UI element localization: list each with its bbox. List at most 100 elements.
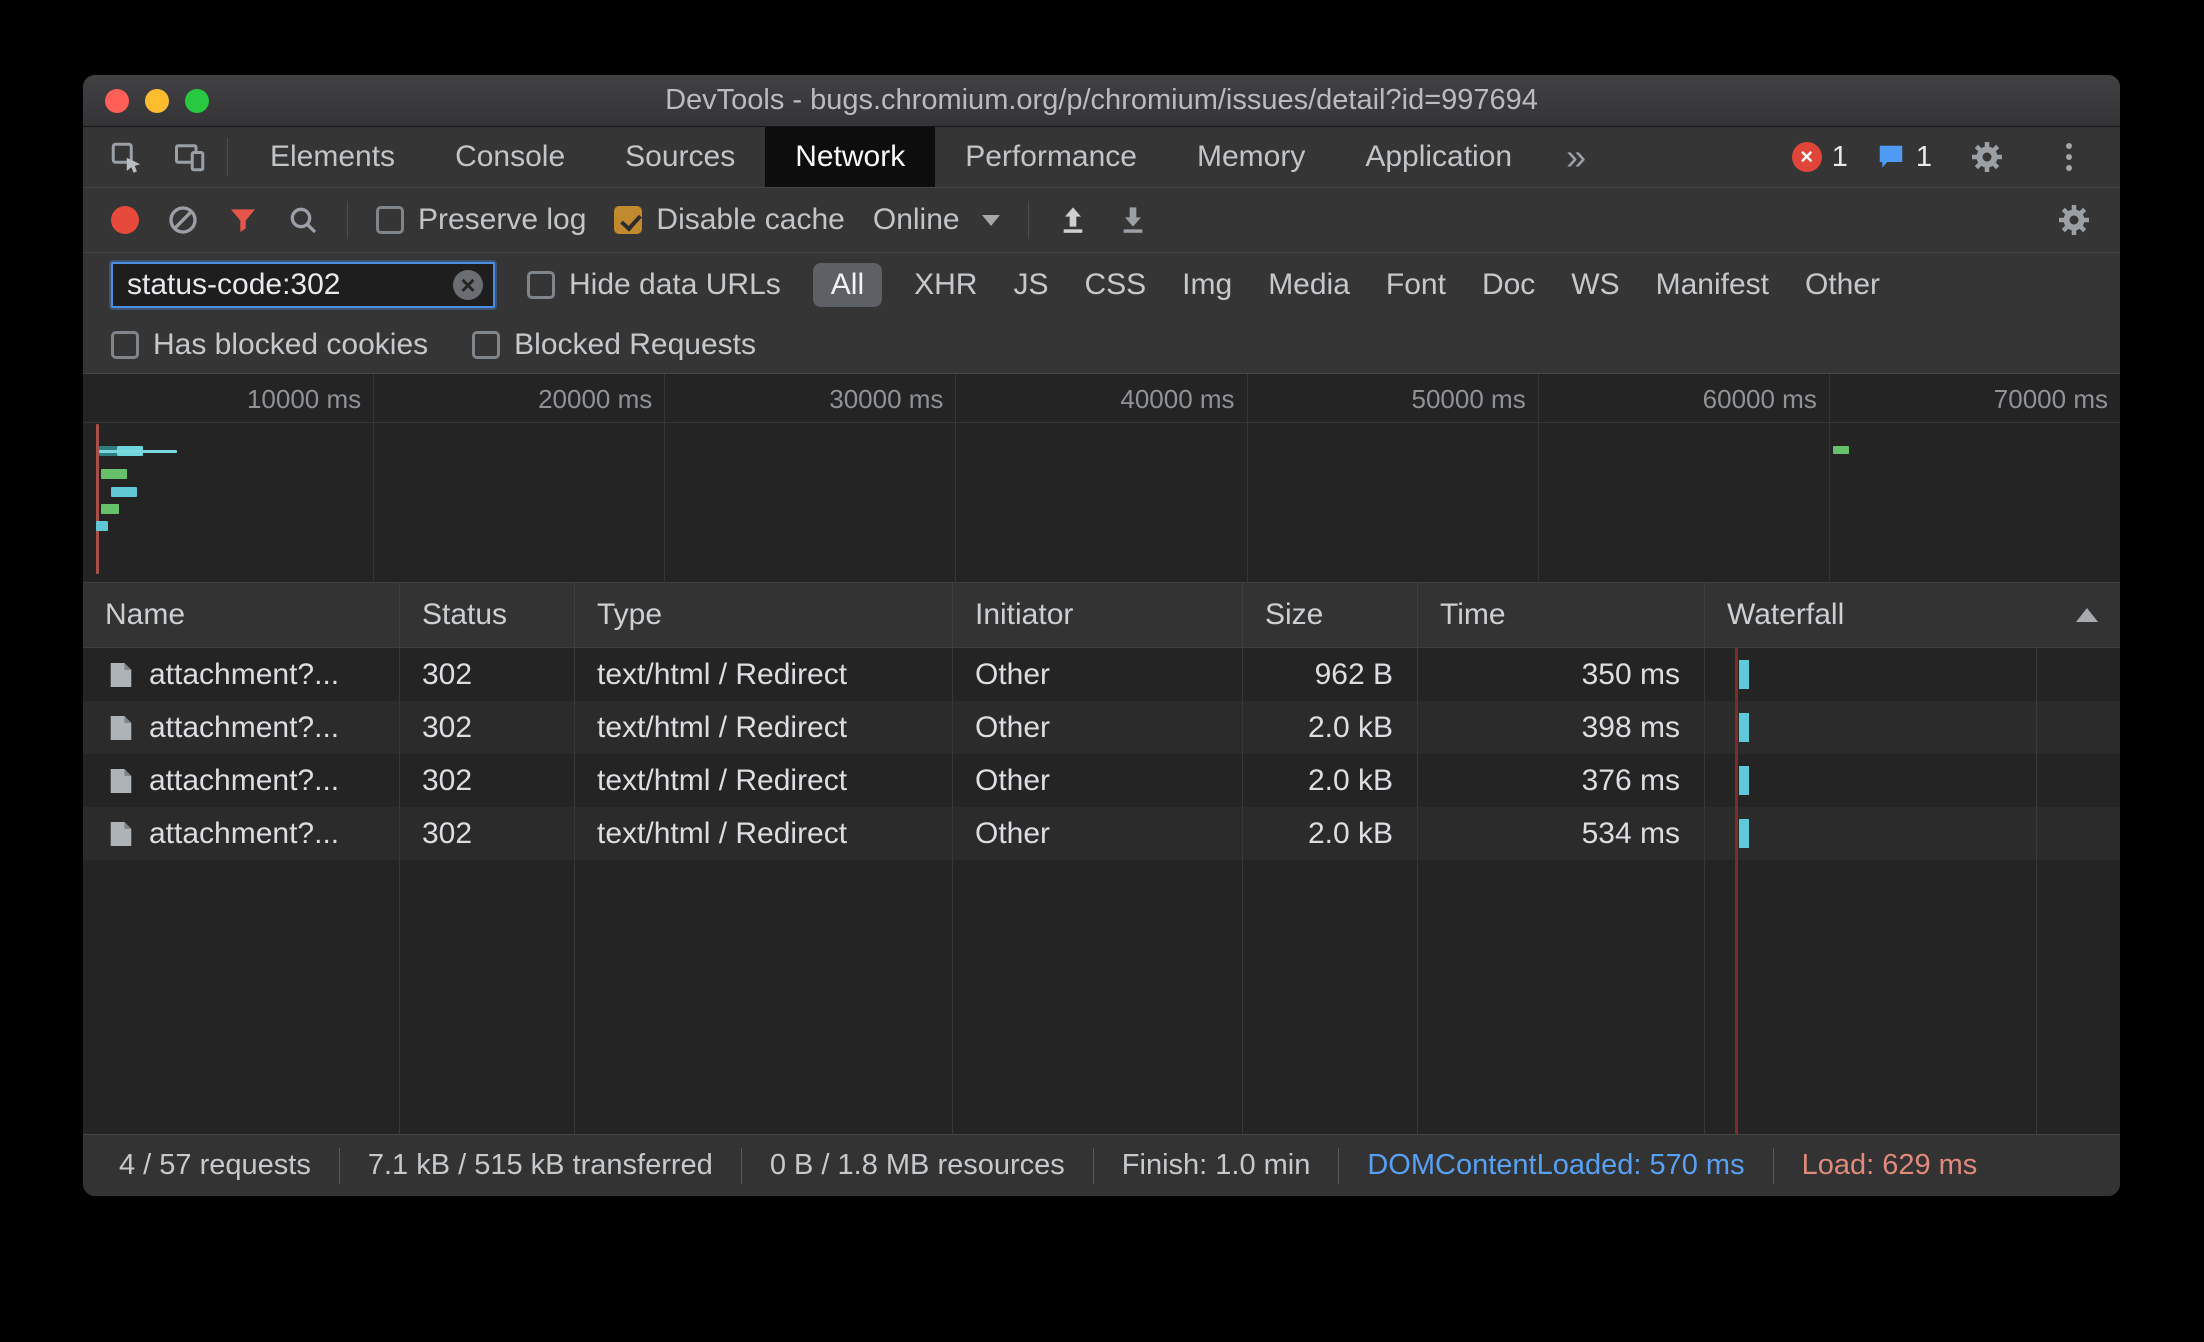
request-name[interactable]: attachment?...	[83, 807, 400, 860]
filter-type-other[interactable]: Other	[1805, 268, 1880, 302]
error-count-badge[interactable]: × 1	[1791, 141, 1848, 174]
request-type[interactable]: text/html / Redirect	[575, 807, 953, 860]
request-status[interactable]: 302	[400, 701, 575, 754]
blocked-requests-control[interactable]: Blocked Requests	[472, 328, 756, 362]
network-overview[interactable]: 10000 ms 20000 ms 30000 ms 40000 ms 5000…	[83, 374, 2120, 583]
throttling-select[interactable]: Online	[873, 203, 1000, 237]
gear-icon	[1972, 142, 2002, 172]
column-header-size[interactable]: Size	[1243, 583, 1418, 647]
column-header-type[interactable]: Type	[575, 583, 953, 647]
request-name[interactable]: attachment?...	[83, 701, 400, 754]
request-initiator[interactable]: Other	[953, 807, 1243, 860]
filter-all-button[interactable]: All	[812, 263, 883, 307]
waterfall-gridline	[2036, 648, 2037, 1134]
filter-type-manifest[interactable]: Manifest	[1656, 268, 1769, 302]
tab-sources[interactable]: Sources	[595, 127, 765, 187]
request-size[interactable]: 2.0 kB	[1243, 701, 1418, 754]
tab-label: Sources	[625, 140, 736, 173]
filter-type-ws[interactable]: WS	[1571, 268, 1619, 302]
filter-input[interactable]	[127, 268, 453, 302]
zoom-window-button[interactable]	[185, 88, 209, 113]
column-header-name[interactable]: Name	[83, 583, 400, 647]
devtools-window: DevTools - bugs.chromium.org/p/chromium/…	[83, 75, 2120, 1196]
table-row[interactable]: attachment?... 302 text/html / Redirect …	[83, 648, 2120, 701]
blocked-requests-checkbox[interactable]	[472, 331, 501, 359]
tab-console[interactable]: Console	[425, 127, 595, 187]
column-header-status[interactable]: Status	[400, 583, 575, 647]
tab-application[interactable]: Application	[1335, 127, 1542, 187]
main-menu-button[interactable]	[2042, 134, 2096, 180]
device-toolbar-button[interactable]	[163, 134, 217, 180]
timeline-bar	[101, 469, 127, 479]
disable-cache-label: Disable cache	[656, 203, 845, 236]
inspect-element-button[interactable]	[99, 134, 153, 180]
toolbar-separator	[227, 138, 228, 176]
filter-type-js[interactable]: JS	[1013, 268, 1048, 302]
overview-grid: 10000 ms 20000 ms 30000 ms 40000 ms 5000…	[83, 374, 2120, 582]
request-type[interactable]: text/html / Redirect	[575, 754, 953, 807]
table-row[interactable]: attachment?... 302 text/html / Redirect …	[83, 807, 2120, 860]
column-header-waterfall[interactable]: Waterfall	[1705, 583, 2120, 647]
filter-type-css[interactable]: CSS	[1084, 268, 1146, 302]
request-name[interactable]: attachment?...	[83, 648, 400, 701]
request-initiator[interactable]: Other	[953, 701, 1243, 754]
request-size[interactable]: 2.0 kB	[1243, 754, 1418, 807]
network-settings-button[interactable]	[2056, 202, 2092, 238]
request-time[interactable]: 350 ms	[1418, 648, 1705, 701]
filter-type-font[interactable]: Font	[1386, 268, 1446, 302]
request-waterfall[interactable]	[1705, 648, 2120, 701]
import-har-button[interactable]	[1057, 204, 1089, 236]
request-time[interactable]: 398 ms	[1418, 701, 1705, 754]
request-initiator[interactable]: Other	[953, 648, 1243, 701]
close-window-button[interactable]	[105, 88, 129, 113]
request-size[interactable]: 2.0 kB	[1243, 807, 1418, 860]
disable-cache-checkbox[interactable]	[614, 206, 643, 234]
column-label: Type	[597, 598, 663, 631]
message-count-badge[interactable]: 1	[1876, 141, 1932, 174]
has-blocked-cookies-checkbox[interactable]	[111, 331, 139, 359]
desktop-background: DevTools - bugs.chromium.org/p/chromium/…	[0, 0, 2204, 1342]
filter-type-xhr[interactable]: XHR	[914, 268, 977, 302]
request-time[interactable]: 376 ms	[1418, 754, 1705, 807]
disable-cache-control[interactable]: Disable cache	[614, 203, 845, 237]
column-header-initiator[interactable]: Initiator	[953, 583, 1243, 647]
filter-type-doc[interactable]: Doc	[1482, 268, 1535, 302]
search-button[interactable]	[287, 204, 319, 236]
settings-button[interactable]	[1960, 134, 2014, 180]
record-button[interactable]	[111, 206, 139, 234]
request-status[interactable]: 302	[400, 754, 575, 807]
request-type[interactable]: text/html / Redirect	[575, 701, 953, 754]
filter-type-media[interactable]: Media	[1268, 268, 1350, 302]
request-type[interactable]: text/html / Redirect	[575, 648, 953, 701]
preserve-log-control[interactable]: Preserve log	[376, 203, 586, 237]
more-tabs-button[interactable]: »	[1542, 127, 1610, 187]
has-blocked-cookies-control[interactable]: Has blocked cookies	[111, 328, 428, 362]
tab-memory[interactable]: Memory	[1167, 127, 1335, 187]
clear-filter-button[interactable]: ×	[453, 270, 483, 300]
request-size[interactable]: 962 B	[1243, 648, 1418, 701]
column-header-time[interactable]: Time	[1418, 583, 1705, 647]
hide-data-urls-checkbox[interactable]	[527, 271, 555, 299]
minimize-window-button[interactable]	[145, 88, 169, 113]
tab-elements[interactable]: Elements	[240, 127, 425, 187]
filter-input-box[interactable]: ×	[111, 262, 495, 308]
filter-toggle-button[interactable]	[227, 204, 259, 236]
hide-data-urls-control[interactable]: Hide data URLs	[527, 268, 781, 302]
tab-performance[interactable]: Performance	[935, 127, 1167, 187]
request-status[interactable]: 302	[400, 807, 575, 860]
tab-network[interactable]: Network	[765, 127, 936, 187]
export-har-button[interactable]	[1117, 204, 1149, 236]
request-time[interactable]: 534 ms	[1418, 807, 1705, 860]
table-row[interactable]: attachment?... 302 text/html / Redirect …	[83, 701, 2120, 754]
table-row[interactable]: attachment?... 302 text/html / Redirect …	[83, 754, 2120, 807]
request-waterfall[interactable]	[1705, 754, 2120, 807]
request-initiator[interactable]: Other	[953, 754, 1243, 807]
request-waterfall[interactable]	[1705, 807, 2120, 860]
preserve-log-checkbox[interactable]	[376, 206, 404, 234]
request-waterfall[interactable]	[1705, 701, 2120, 754]
request-status[interactable]: 302	[400, 648, 575, 701]
clear-button[interactable]	[167, 204, 199, 236]
request-name[interactable]: attachment?...	[83, 754, 400, 807]
filter-type-img[interactable]: Img	[1182, 268, 1232, 302]
clear-icon	[169, 206, 197, 234]
